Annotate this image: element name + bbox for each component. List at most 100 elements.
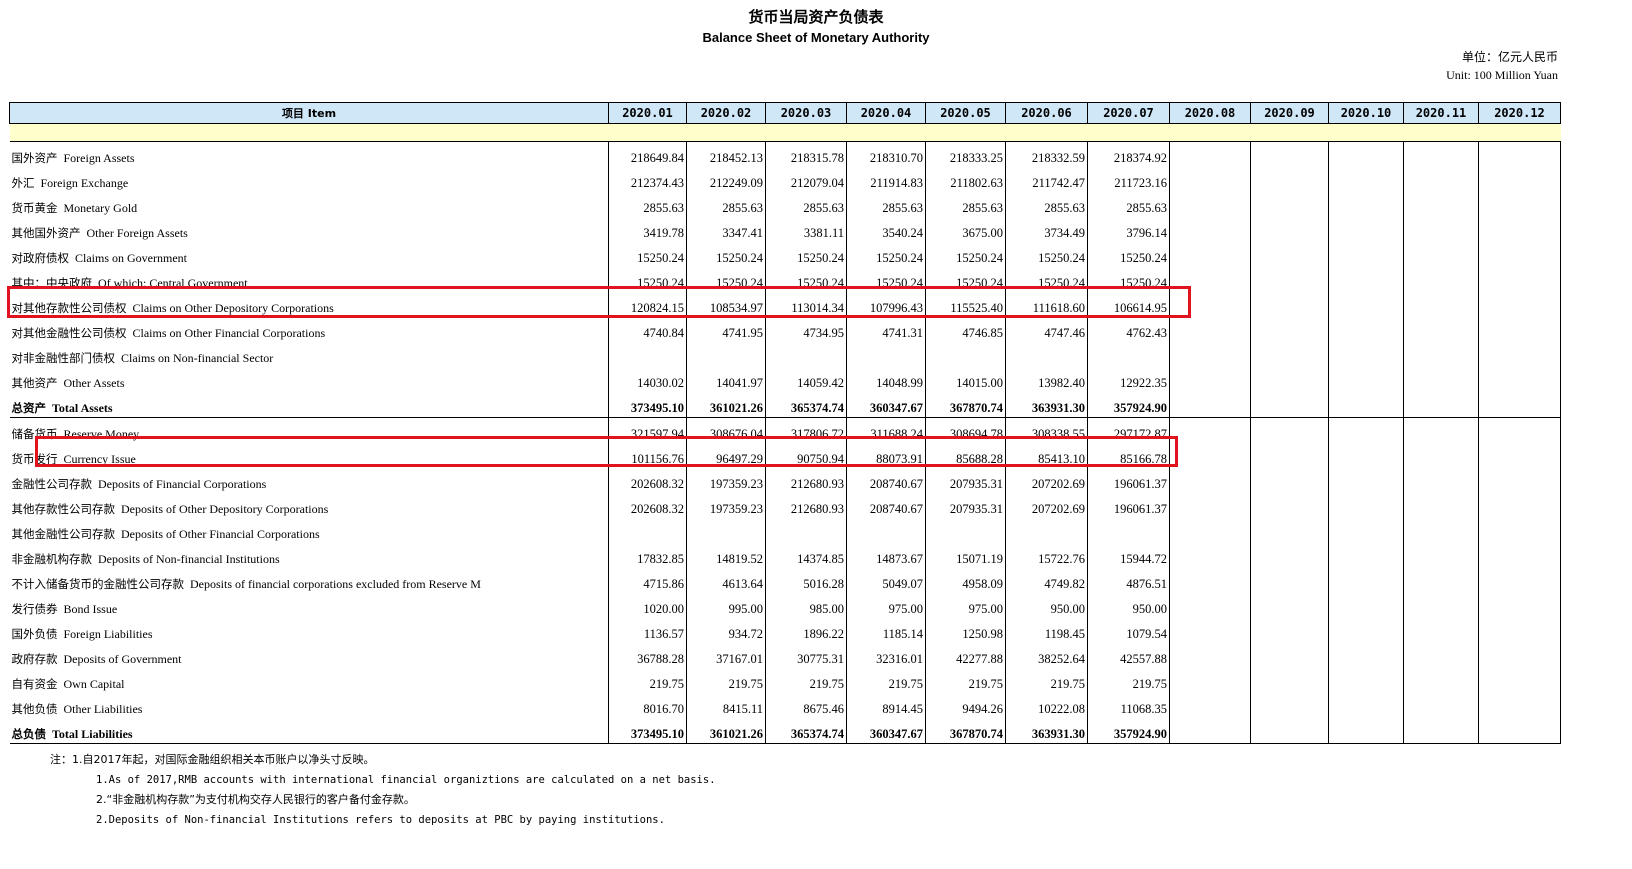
value-cell: [846, 342, 926, 367]
header-spacer: [9, 123, 1561, 142]
value-cell: 995.00: [686, 593, 766, 618]
row-label-en: Foreign Liabilities: [63, 627, 153, 641]
value-cell: [1403, 317, 1479, 342]
value-cell: 88073.91: [846, 443, 926, 468]
value-cell: 207202.69: [1005, 493, 1088, 518]
header-month: 2020.10: [1328, 102, 1404, 124]
value-cell: 365374.74: [765, 392, 847, 418]
value-cell: [1478, 242, 1561, 267]
value-cell: 96497.29: [686, 443, 766, 468]
row-label-en: Deposits of Other Depository Corporation…: [121, 502, 329, 516]
value-cell: 113014.34: [765, 292, 847, 317]
value-cell: 361021.26: [686, 392, 766, 418]
value-cell: [1478, 643, 1561, 668]
row-label-en: Of which: Central Government: [98, 276, 248, 290]
row-label-en: Monetary Gold: [63, 201, 138, 215]
value-cell: 212680.93: [765, 493, 847, 518]
value-cell: 207935.31: [925, 468, 1006, 493]
table-row: 对其他金融性公司债权 Claims on Other Financial Corp…: [10, 317, 1561, 342]
value-cell: [1169, 493, 1251, 518]
value-cell: [1328, 493, 1404, 518]
value-cell: 357924.90: [1087, 718, 1170, 744]
value-cell: [1403, 493, 1479, 518]
value-cell: [1403, 242, 1479, 267]
value-cell: 15250.24: [1087, 267, 1170, 292]
value-cell: [1169, 242, 1251, 267]
value-cell: [1403, 392, 1479, 418]
value-cell: 115525.40: [925, 292, 1006, 317]
value-cell: [1478, 668, 1561, 693]
value-cell: [1328, 342, 1404, 367]
value-cell: 42557.88: [1087, 643, 1170, 668]
value-cell: 950.00: [1087, 593, 1170, 618]
value-cell: [1403, 367, 1479, 392]
value-cell: [1478, 367, 1561, 392]
row-label-en: Claims on Other Depository Corporations: [132, 301, 334, 315]
value-cell: 9494.26: [925, 693, 1006, 718]
table-row: 国外负债 Foreign Liabilities 1136.57 934.72 1896…: [10, 618, 1561, 643]
value-cell: [1250, 192, 1329, 217]
value-cell: [1250, 643, 1329, 668]
value-cell: [1005, 342, 1088, 367]
value-cell: 363931.30: [1005, 718, 1088, 744]
value-cell: 85688.28: [925, 443, 1006, 468]
value-cell: [1328, 543, 1404, 568]
value-cell: [1250, 718, 1329, 744]
value-cell: [1403, 167, 1479, 192]
table-row: 金融性公司存款 Deposits of Financial Corporation…: [10, 468, 1561, 493]
value-cell: [1478, 217, 1561, 242]
value-cell: 219.75: [925, 668, 1006, 693]
header-month: 2020.07: [1087, 102, 1170, 124]
value-cell: 196061.37: [1087, 493, 1170, 518]
value-cell: 4715.86: [608, 568, 687, 593]
value-cell: [1478, 543, 1561, 568]
row-label-cn: 货币发行: [11, 452, 58, 466]
value-cell: [1169, 618, 1251, 643]
value-cell: [1169, 392, 1251, 418]
row-label: 国外资产 Foreign Assets: [10, 142, 609, 168]
value-cell: 17832.85: [608, 543, 687, 568]
value-cell: 15250.24: [1087, 242, 1170, 267]
row-label: 其他负债 Other Liabilities: [10, 693, 609, 718]
value-cell: [1169, 443, 1251, 468]
value-cell: 219.75: [1087, 668, 1170, 693]
value-cell: 14030.02: [608, 367, 687, 392]
value-cell: 311688.24: [846, 417, 926, 443]
table-row: 其他金融性公司存款 Deposits of Other Financial Cor…: [10, 518, 1561, 543]
header-month: 2020.05: [925, 102, 1006, 124]
value-cell: 317806.72: [765, 417, 847, 443]
row-label-cn: 其他金融性公司存款: [11, 527, 116, 541]
value-cell: 207935.31: [925, 493, 1006, 518]
row-label-en: Foreign Exchange: [40, 176, 129, 190]
value-cell: 360347.67: [846, 392, 926, 418]
value-cell: 8415.11: [686, 693, 766, 718]
value-cell: 107996.43: [846, 292, 926, 317]
value-cell: 13982.40: [1005, 367, 1088, 392]
row-label: 金融性公司存款 Deposits of Financial Corporation…: [10, 468, 609, 493]
value-cell: [1005, 518, 1088, 543]
value-cell: [1403, 468, 1479, 493]
row-label-en: Bond Issue: [63, 602, 118, 616]
value-cell: 15250.24: [765, 267, 847, 292]
value-cell: 85413.10: [1005, 443, 1088, 468]
row-label-en: Claims on Non-financial Sector: [121, 351, 274, 365]
value-cell: 363931.30: [1005, 392, 1088, 418]
table-row: 货币发行 Currency Issue 101156.76 96497.29 90750…: [10, 443, 1561, 468]
value-cell: [1478, 141, 1561, 167]
table-row: 国外资产 Foreign Assets 218649.84 218452.13 2183…: [10, 141, 1561, 168]
value-cell: 197359.23: [686, 468, 766, 493]
value-cell: 4746.85: [925, 317, 1006, 342]
value-cell: 211742.47: [1005, 167, 1088, 192]
value-cell: [1403, 417, 1479, 443]
value-cell: [1478, 292, 1561, 317]
header-spacer-row: [9, 123, 1561, 142]
value-cell: 2855.63: [846, 192, 926, 217]
value-cell: 207202.69: [1005, 468, 1088, 493]
value-cell: [1250, 367, 1329, 392]
value-cell: [1478, 267, 1561, 292]
value-cell: [1250, 342, 1329, 367]
value-cell: 15250.24: [846, 242, 926, 267]
value-cell: [1328, 518, 1404, 543]
value-cell: [686, 518, 766, 543]
value-cell: 202608.32: [608, 493, 687, 518]
